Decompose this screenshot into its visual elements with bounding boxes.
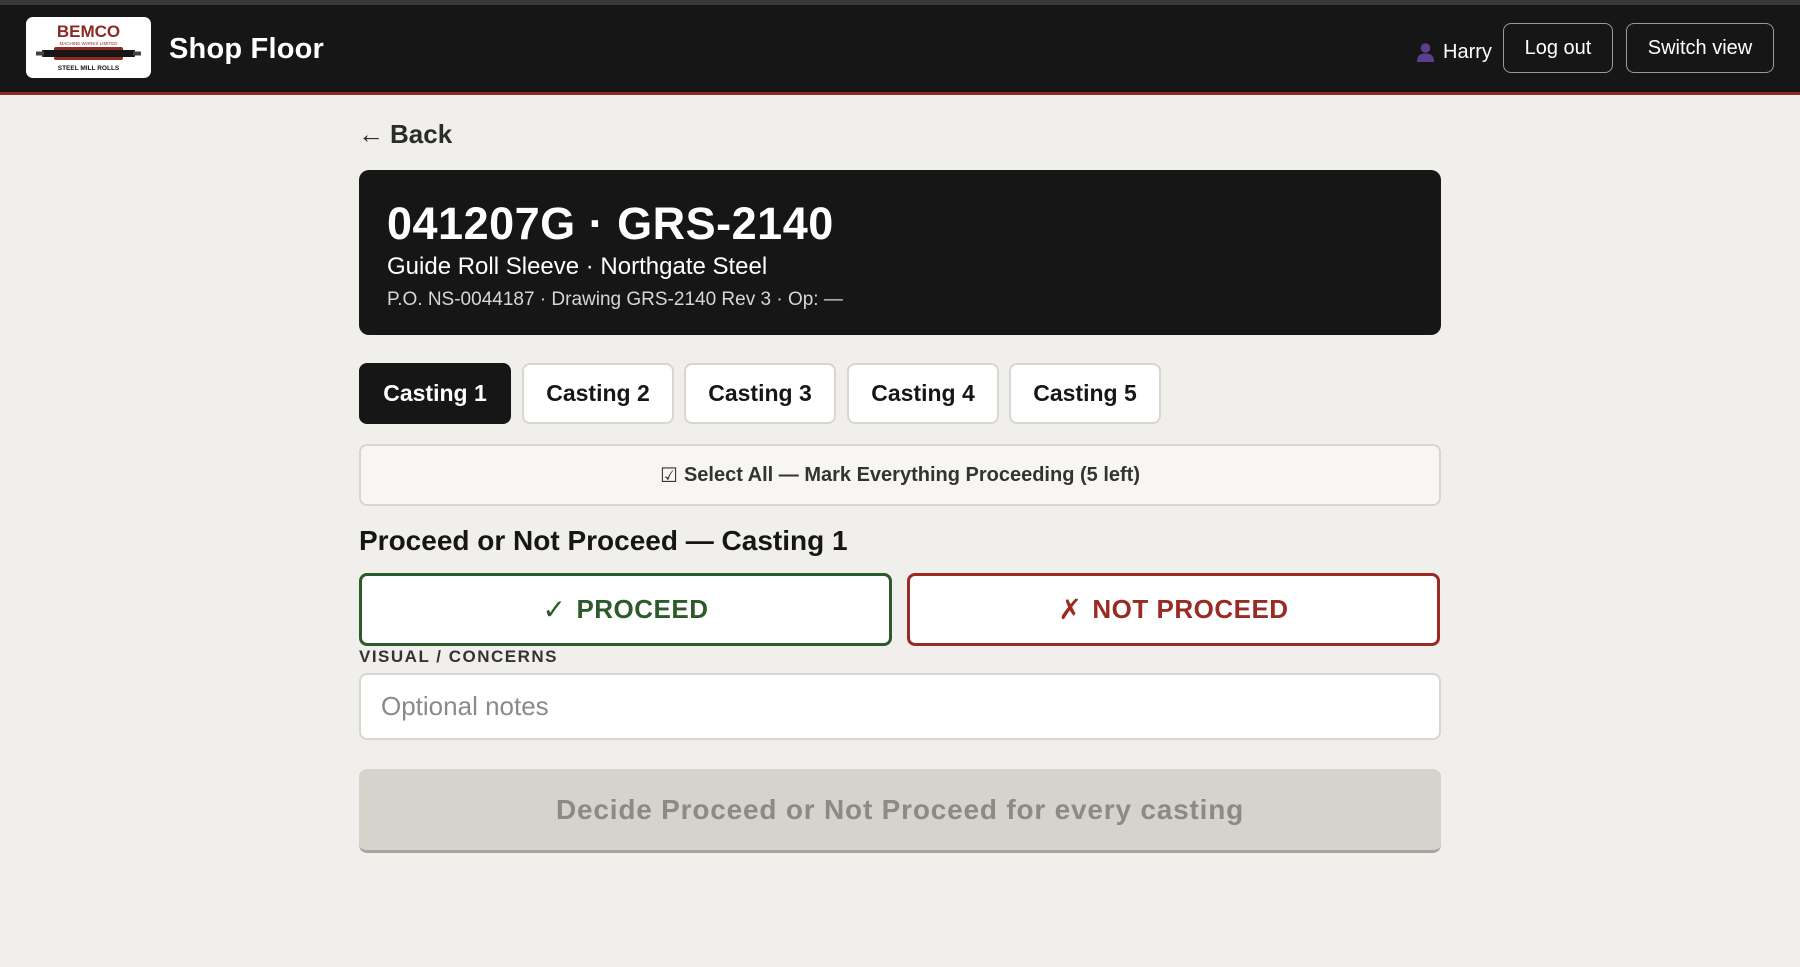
check-icon: ✓ [542, 594, 567, 625]
select-all-label: Select All — Mark Everything Proceeding … [683, 463, 1140, 486]
select-all-button[interactable]: ☑ Select All — Mark Everything Proceedin… [359, 444, 1441, 506]
notes-label: VISUAL / CONCERNS [359, 647, 558, 666]
back-arrow-icon: ← [358, 119, 384, 149]
not-proceed-label: NOT PROCEED [1092, 594, 1289, 624]
tab-casting-4[interactable]: Casting 4 [847, 363, 999, 424]
job-summary-card: 041207G · GRS-2140 Guide Roll Sleeve · N… [359, 170, 1441, 335]
job-meta: P.O. NS-0044187 · Drawing GRS-2140 Rev 3… [387, 289, 843, 310]
notes-input[interactable] [359, 673, 1441, 740]
decision-section-title: Proceed or Not Proceed — Casting 1 [359, 525, 848, 556]
tab-casting-5[interactable]: Casting 5 [1009, 363, 1161, 424]
logo-tagline: MACHINE WORKS LIMITED [59, 41, 118, 46]
not-proceed-button[interactable]: ✗ NOT PROCEED [907, 573, 1440, 646]
person-icon [1417, 43, 1434, 62]
proceed-label: PROCEED [576, 594, 709, 624]
switch-view-button[interactable]: Switch view [1626, 23, 1774, 73]
cross-icon: ✗ [1058, 594, 1083, 625]
logout-button[interactable]: Log out [1503, 23, 1613, 73]
logo-roll-shaft [42, 50, 135, 57]
user-name: Harry [1443, 40, 1492, 63]
top-bar: BEMCO MACHINE WORKS LIMITED STEEL MILL R… [0, 0, 1800, 95]
tab-casting-1[interactable]: Casting 1 [359, 363, 511, 424]
logo-brand: BEMCO [57, 22, 120, 41]
bemco-logo[interactable]: BEMCO MACHINE WORKS LIMITED STEEL MILL R… [26, 17, 151, 78]
submit-decisions-button[interactable]: Decide Proceed or Not Proceed for every … [359, 769, 1441, 853]
tab-casting-3[interactable]: Casting 3 [684, 363, 836, 424]
proceed-button[interactable]: ✓ PROCEED [359, 573, 892, 646]
back-label: Back [390, 119, 453, 149]
job-subtitle: Guide Roll Sleeve · Northgate Steel [387, 253, 768, 280]
checkbox-icon: ☑ [660, 464, 678, 487]
app-title: Shop Floor [169, 33, 325, 65]
job-title: 041207G · GRS-2140 [387, 198, 834, 249]
back-link[interactable]: ← Back [358, 119, 452, 150]
logo-subtitle: STEEL MILL ROLLS [58, 65, 120, 72]
current-user: Harry [1416, 39, 1492, 65]
tab-casting-2[interactable]: Casting 2 [522, 363, 674, 424]
